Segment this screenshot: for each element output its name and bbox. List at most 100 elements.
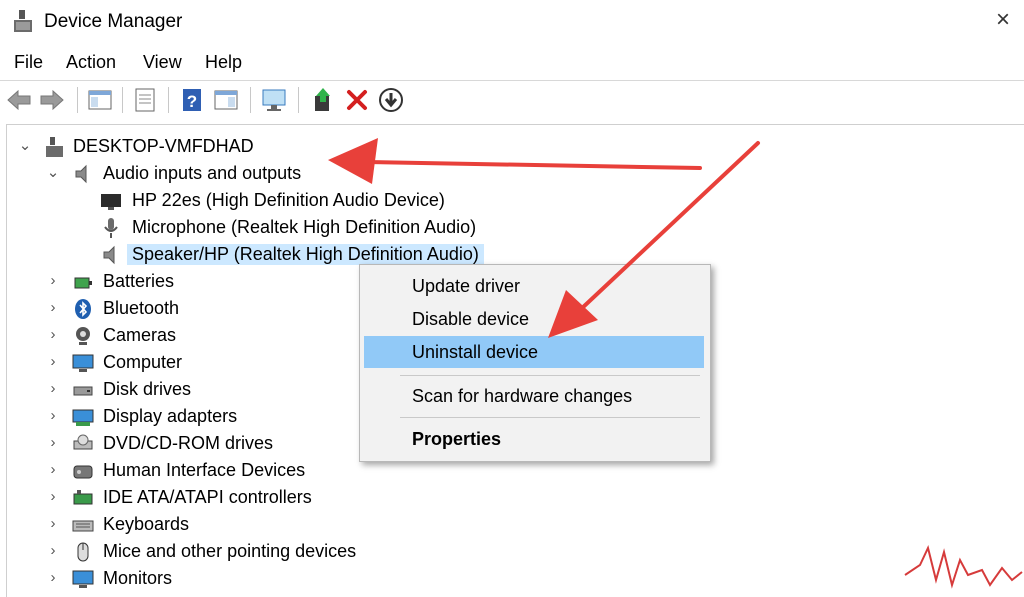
- hid-icon: [73, 465, 93, 479]
- tree-item-label: HP 22es (High Definition Audio Device): [132, 190, 445, 210]
- help-icon[interactable]: ?: [178, 86, 206, 114]
- action-pane-icon[interactable]: [212, 86, 240, 114]
- toolbar-separator: [77, 87, 78, 113]
- menu-item-label: Properties: [412, 429, 502, 449]
- context-menu: Update driver Disable device Uninstall d…: [359, 264, 711, 462]
- disk-drive-icon: [73, 386, 93, 396]
- battery-icon: [74, 277, 92, 289]
- scan-hardware-icon[interactable]: [260, 86, 288, 114]
- chevron-right-icon[interactable]: ›: [45, 541, 61, 561]
- menu-help[interactable]: Help: [205, 52, 242, 73]
- monitor-icon: [101, 194, 121, 210]
- toolbar-separator: [168, 87, 169, 113]
- tree-item-ide-ata-atapi-controllers[interactable]: › IDE ATA/ATAPI controllers: [45, 485, 365, 511]
- tree-item-dvd-cd-rom-drives[interactable]: › DVD/CD-ROM drives: [45, 431, 345, 457]
- microphone-icon: [104, 218, 118, 238]
- bluetooth-icon: [75, 299, 91, 319]
- computer-icon: [72, 354, 94, 372]
- tree-item-label: Microphone (Realtek High Definition Audi…: [132, 217, 477, 237]
- menu-separator: [400, 417, 700, 418]
- menu-item-update-driver[interactable]: Update driver: [364, 270, 704, 302]
- tree-item-hp-22es[interactable]: HP 22es (High Definition Audio Device): [99, 188, 459, 214]
- close-button[interactable]: ×: [992, 6, 1014, 34]
- tree-item-monitors[interactable]: › Monitors: [45, 566, 345, 592]
- tree-item-microphone[interactable]: Microphone (Realtek High Definition Audi…: [99, 215, 499, 241]
- tree-item-label: IDE ATA/ATAPI controllers: [103, 487, 312, 507]
- monitor-icon: [72, 570, 94, 588]
- tree-item-bluetooth[interactable]: › Bluetooth: [45, 296, 345, 322]
- tree-item-label: Monitors: [103, 568, 173, 588]
- menu-item-uninstall-device[interactable]: Uninstall device: [364, 336, 704, 368]
- tree-item-computer[interactable]: › Computer: [45, 350, 345, 376]
- tree-item-label: DVD/CD-ROM drives: [103, 433, 274, 453]
- tree-item-audio-inputs-outputs[interactable]: ⌄ Audio inputs and outputs: [45, 161, 365, 187]
- tree-root-label: DESKTOP-VMFDHAD: [73, 136, 254, 156]
- tree-item-label: Batteries: [103, 271, 175, 291]
- tree-item-label: Bluetooth: [103, 298, 180, 318]
- chevron-right-icon[interactable]: ›: [45, 460, 61, 480]
- window-title: Device Manager: [44, 11, 183, 32]
- chevron-right-icon[interactable]: ›: [45, 298, 61, 318]
- back-arrow-icon[interactable]: [5, 86, 33, 114]
- menu-item-label: Uninstall device: [412, 342, 539, 362]
- chevron-right-icon[interactable]: ›: [45, 406, 61, 426]
- tree-item-disk-drives[interactable]: › Disk drives: [45, 377, 345, 403]
- menu-item-disable-device[interactable]: Disable device: [364, 303, 704, 335]
- tree-item-label: Human Interface Devices: [103, 460, 306, 480]
- tree-item-label: Audio inputs and outputs: [103, 163, 302, 183]
- chevron-right-icon[interactable]: ›: [45, 379, 61, 399]
- chevron-right-icon[interactable]: ›: [45, 433, 61, 453]
- forward-arrow-icon[interactable]: [38, 86, 66, 114]
- device-manager-icon: [14, 10, 32, 32]
- tree-item-keyboards[interactable]: › Keyboards: [45, 512, 345, 538]
- display-adapter-icon: [72, 409, 94, 426]
- tree-item-display-adapters[interactable]: › Display adapters: [45, 404, 345, 430]
- menu-item-properties[interactable]: Properties: [364, 423, 704, 455]
- chevron-right-icon[interactable]: ›: [45, 487, 61, 507]
- properties-icon[interactable]: [131, 86, 159, 114]
- tree-item-label: Mice and other pointing devices: [103, 541, 357, 561]
- show-hide-console-tree-icon[interactable]: [86, 86, 114, 114]
- tree-item-human-interface-devices[interactable]: › Human Interface Devices: [45, 458, 365, 484]
- computer-tower-icon: [46, 137, 63, 157]
- keyboard-icon: [72, 520, 94, 532]
- svg-text:?: ?: [187, 92, 197, 111]
- menu-item-label: Update driver: [412, 276, 521, 296]
- menu-file[interactable]: File: [14, 52, 43, 73]
- toolbar: ?: [0, 80, 1024, 119]
- menu-item-scan-hardware[interactable]: Scan for hardware changes: [364, 380, 704, 412]
- update-driver-icon[interactable]: [309, 86, 337, 114]
- chevron-right-icon[interactable]: ›: [45, 325, 61, 345]
- tree-item-batteries[interactable]: › Batteries: [45, 269, 345, 295]
- tree-item-label: Display adapters: [103, 406, 238, 426]
- camera-icon: [76, 327, 90, 345]
- toolbar-separator: [122, 87, 123, 113]
- tree-item-label: Computer: [103, 352, 183, 372]
- chevron-right-icon[interactable]: ›: [45, 352, 61, 372]
- chevron-right-icon[interactable]: ›: [45, 514, 61, 534]
- tree-item-label: Keyboards: [103, 514, 190, 534]
- tree-item-label: Disk drives: [103, 379, 192, 399]
- tree-item-mice-pointing-devices[interactable]: › Mice and other pointing devices: [45, 539, 405, 565]
- tree-root[interactable]: ⌄ DESKTOP-VMFDHAD: [17, 134, 277, 160]
- tree-item-label: Speaker/HP (Realtek High Definition Audi…: [127, 244, 484, 265]
- chevron-down-icon[interactable]: ⌄: [45, 163, 61, 183]
- menu-bar: File Action View Help: [0, 47, 1024, 77]
- uninstall-icon[interactable]: [343, 86, 371, 114]
- menu-view[interactable]: View: [143, 52, 182, 73]
- mouse-icon: [77, 542, 89, 562]
- menu-item-label: Scan for hardware changes: [412, 386, 633, 406]
- menu-action[interactable]: Action: [66, 52, 116, 73]
- chevron-right-icon[interactable]: ›: [45, 271, 61, 291]
- chevron-down-icon[interactable]: ⌄: [17, 136, 33, 156]
- toolbar-separator: [250, 87, 251, 113]
- menu-item-label: Disable device: [412, 309, 530, 329]
- disable-device-icon[interactable]: [377, 86, 405, 114]
- speaker-icon: [75, 164, 87, 184]
- chevron-right-icon[interactable]: ›: [45, 568, 61, 588]
- menu-separator: [400, 375, 700, 376]
- tree-item-cameras[interactable]: › Cameras: [45, 323, 345, 349]
- title-bar: Device Manager ×: [0, 0, 1024, 44]
- dvd-drive-icon: [73, 434, 93, 450]
- ide-controller-icon: [73, 490, 93, 505]
